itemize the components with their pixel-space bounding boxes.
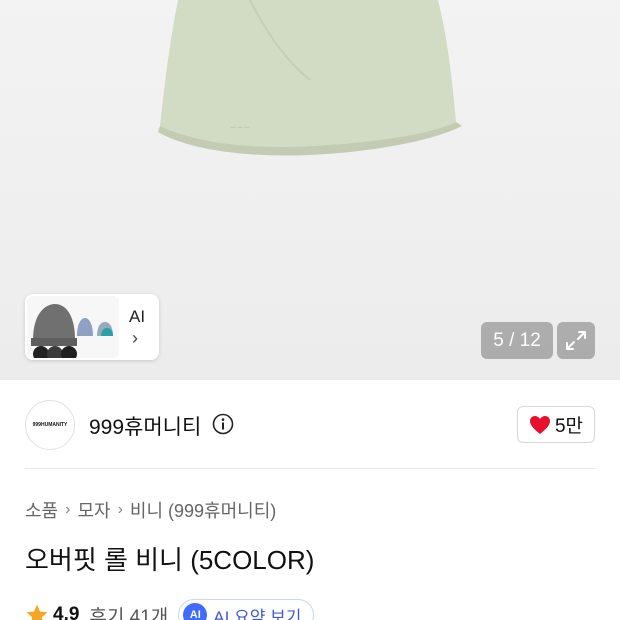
heart-icon: [529, 415, 550, 434]
ai-summary-label: AI 요약 보기: [213, 607, 302, 620]
expand-icon: [566, 331, 586, 350]
like-count: 5만: [554, 416, 584, 437]
chevron-right-icon: ›: [132, 328, 138, 348]
product-image-gallery[interactable]: ~~~ AI › 5 / 12: [0, 0, 620, 380]
rating-row: 4.9 후기 41개 AI AI 요약 보기: [25, 599, 315, 620]
breadcrumb: 소품 › 모자 › 비니 (999휴머니티): [25, 497, 276, 523]
brand-name[interactable]: 999휴머니티: [89, 411, 201, 441]
ai-badge-icon: AI: [183, 603, 208, 620]
info-icon[interactable]: [212, 413, 234, 435]
thumbnail-image: [27, 296, 119, 358]
breadcrumb-item[interactable]: 소품: [25, 497, 58, 523]
rating-score: 4.9: [53, 604, 80, 620]
ai-thumb-label: AI: [129, 307, 146, 326]
review-count-link[interactable]: 후기 41개: [89, 602, 168, 620]
breadcrumb-item[interactable]: 비니 (999휴머니티): [130, 497, 276, 523]
ai-summary-button[interactable]: AI AI 요약 보기: [178, 599, 315, 620]
ai-thumbnail-card[interactable]: AI ›: [25, 294, 159, 360]
image-counter: 5 / 12: [481, 322, 553, 359]
chevron-right-icon: ›: [65, 501, 71, 518]
like-button[interactable]: 5만: [517, 406, 595, 443]
star-icon: [26, 604, 48, 620]
expand-button[interactable]: [557, 322, 595, 359]
divider: [25, 468, 595, 469]
breadcrumb-item[interactable]: 모자: [77, 497, 110, 523]
product-title: 오버핏 롤 비니 (5COLOR): [25, 545, 315, 575]
brand-logo[interactable]: 999HUMANITY: [25, 400, 75, 450]
svg-text:~~~: ~~~: [230, 123, 250, 132]
chevron-right-icon: ›: [117, 501, 123, 518]
brand-logo-text: 999HUMANITY: [32, 422, 68, 428]
